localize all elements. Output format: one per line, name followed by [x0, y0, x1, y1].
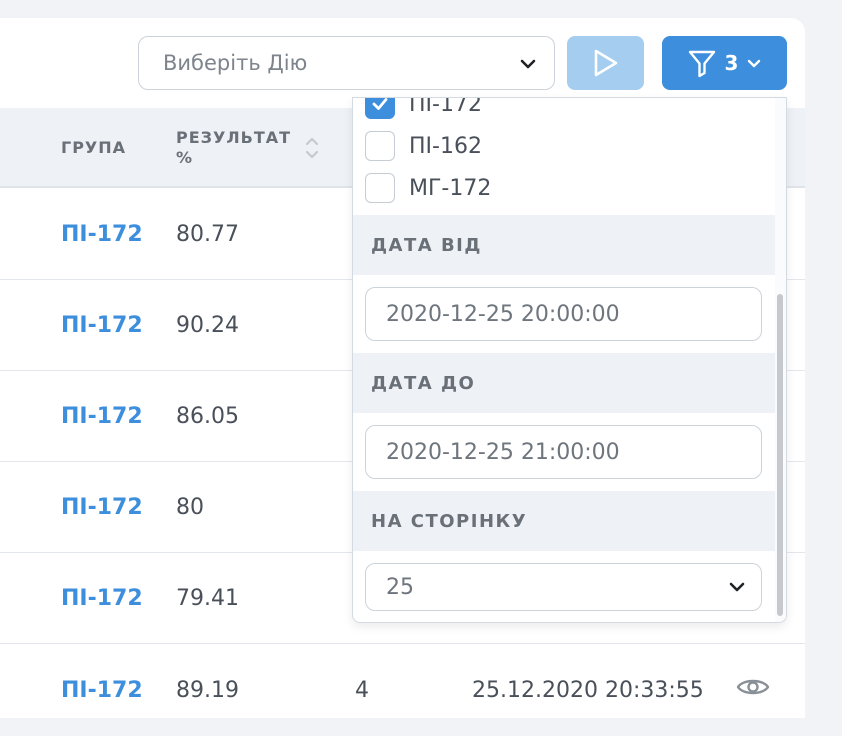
filter-button[interactable]: 3: [662, 36, 787, 90]
column-header-group[interactable]: ГРУПА: [61, 138, 126, 157]
check-icon: [372, 98, 388, 110]
eye-icon[interactable]: [736, 675, 770, 699]
checkbox[interactable]: [365, 173, 395, 203]
action-select-value: Виберіть Дію: [163, 51, 308, 75]
group-filter-option[interactable]: ПІ-162: [365, 130, 482, 162]
chevron-down-icon: [729, 582, 745, 592]
result-value: 79.41: [176, 586, 239, 611]
action-select[interactable]: Виберіть Дію: [138, 36, 555, 90]
group-filter-option[interactable]: МГ-172: [365, 172, 491, 204]
date-from-input[interactable]: 2020-12-25 20:00:00: [365, 287, 762, 341]
filter-icon: [688, 50, 715, 78]
option-label: ПІ-162: [409, 133, 482, 159]
group-link[interactable]: ПІ-172: [61, 222, 143, 247]
result-value: 90.24: [176, 313, 239, 338]
sort-icon[interactable]: [305, 136, 319, 160]
date-from-label: ДАТА ВІД: [353, 215, 775, 275]
group-link[interactable]: ПІ-172: [61, 313, 143, 338]
result-value: 80.77: [176, 222, 239, 247]
group-link[interactable]: ПІ-172: [61, 678, 143, 703]
play-icon: [594, 49, 617, 77]
filter-dropdown: ПІ-172 ПІ-162 МГ-172 ДАТА ВІД 2020-12-25…: [352, 97, 787, 623]
result-value: 86.05: [176, 404, 239, 429]
checkbox[interactable]: [365, 98, 395, 119]
attempt-count: 4: [355, 678, 369, 703]
date-from-value: 2020-12-25 20:00:00: [386, 301, 620, 327]
date-to-value: 2020-12-25 21:00:00: [386, 439, 620, 465]
chevron-down-icon: [520, 59, 536, 69]
run-action-button[interactable]: [567, 36, 644, 90]
group-filter-option[interactable]: ПІ-172: [365, 97, 482, 120]
date-value: 25.12.2020 20:33:55: [472, 678, 704, 703]
group-link[interactable]: ПІ-172: [61, 404, 143, 429]
date-to-label: ДАТА ДО: [353, 353, 775, 413]
group-link[interactable]: ПІ-172: [61, 495, 143, 520]
per-page-select[interactable]: 25: [365, 563, 762, 611]
checkbox[interactable]: [365, 131, 395, 161]
scrollbar-thumb[interactable]: [777, 294, 783, 616]
chevron-down-icon: [748, 59, 761, 68]
date-to-input[interactable]: 2020-12-25 21:00:00: [365, 425, 762, 479]
result-value: 89.19: [176, 678, 239, 703]
per-page-value: 25: [386, 574, 414, 600]
per-page-label: НА СТОРІНКУ: [353, 491, 775, 551]
table-row[interactable]: ПІ-172 89.19 4 25.12.2020 20:33:55: [0, 645, 805, 736]
option-label: МГ-172: [409, 175, 492, 201]
option-label: ПІ-172: [409, 97, 482, 117]
result-value: 80: [176, 495, 204, 520]
filter-count-badge: 3: [724, 51, 739, 75]
column-header-result[interactable]: РЕЗУЛЬТАТ %: [176, 128, 296, 168]
group-link[interactable]: ПІ-172: [61, 586, 143, 611]
